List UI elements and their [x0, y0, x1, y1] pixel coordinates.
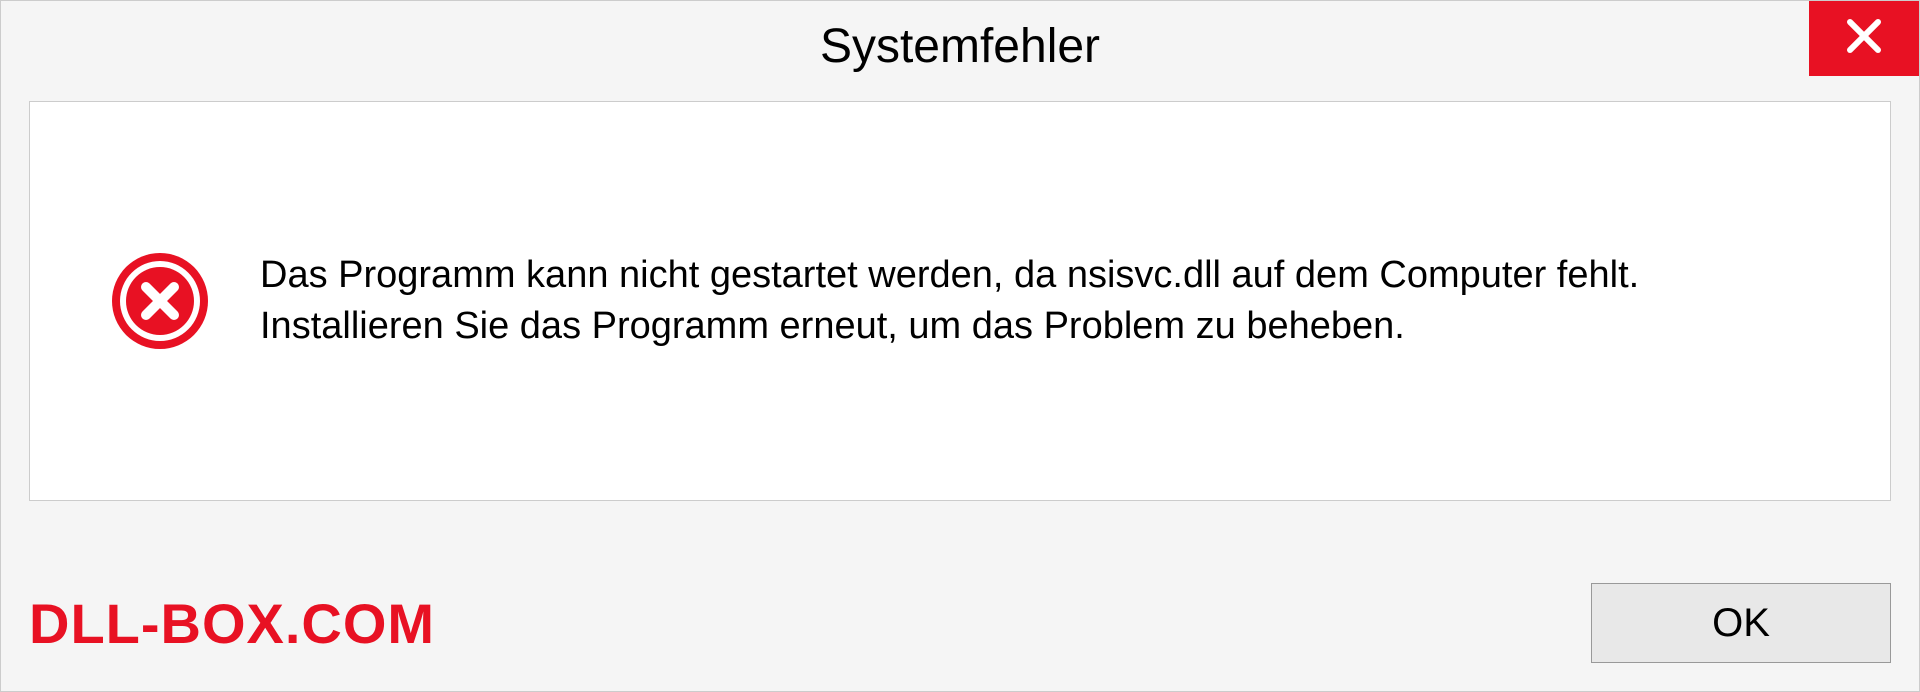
close-icon: [1844, 16, 1884, 61]
error-icon: [110, 251, 210, 351]
titlebar: Systemfehler: [1, 1, 1919, 91]
message-panel: Das Programm kann nicht gestartet werden…: [29, 101, 1891, 501]
ok-button[interactable]: OK: [1591, 583, 1891, 663]
footer: DLL-BOX.COM OK: [29, 583, 1891, 663]
watermark-text: DLL-BOX.COM: [29, 591, 435, 656]
dialog-title: Systemfehler: [820, 19, 1100, 74]
error-message: Das Programm kann nicht gestartet werden…: [260, 250, 1810, 353]
close-button[interactable]: [1809, 1, 1919, 76]
